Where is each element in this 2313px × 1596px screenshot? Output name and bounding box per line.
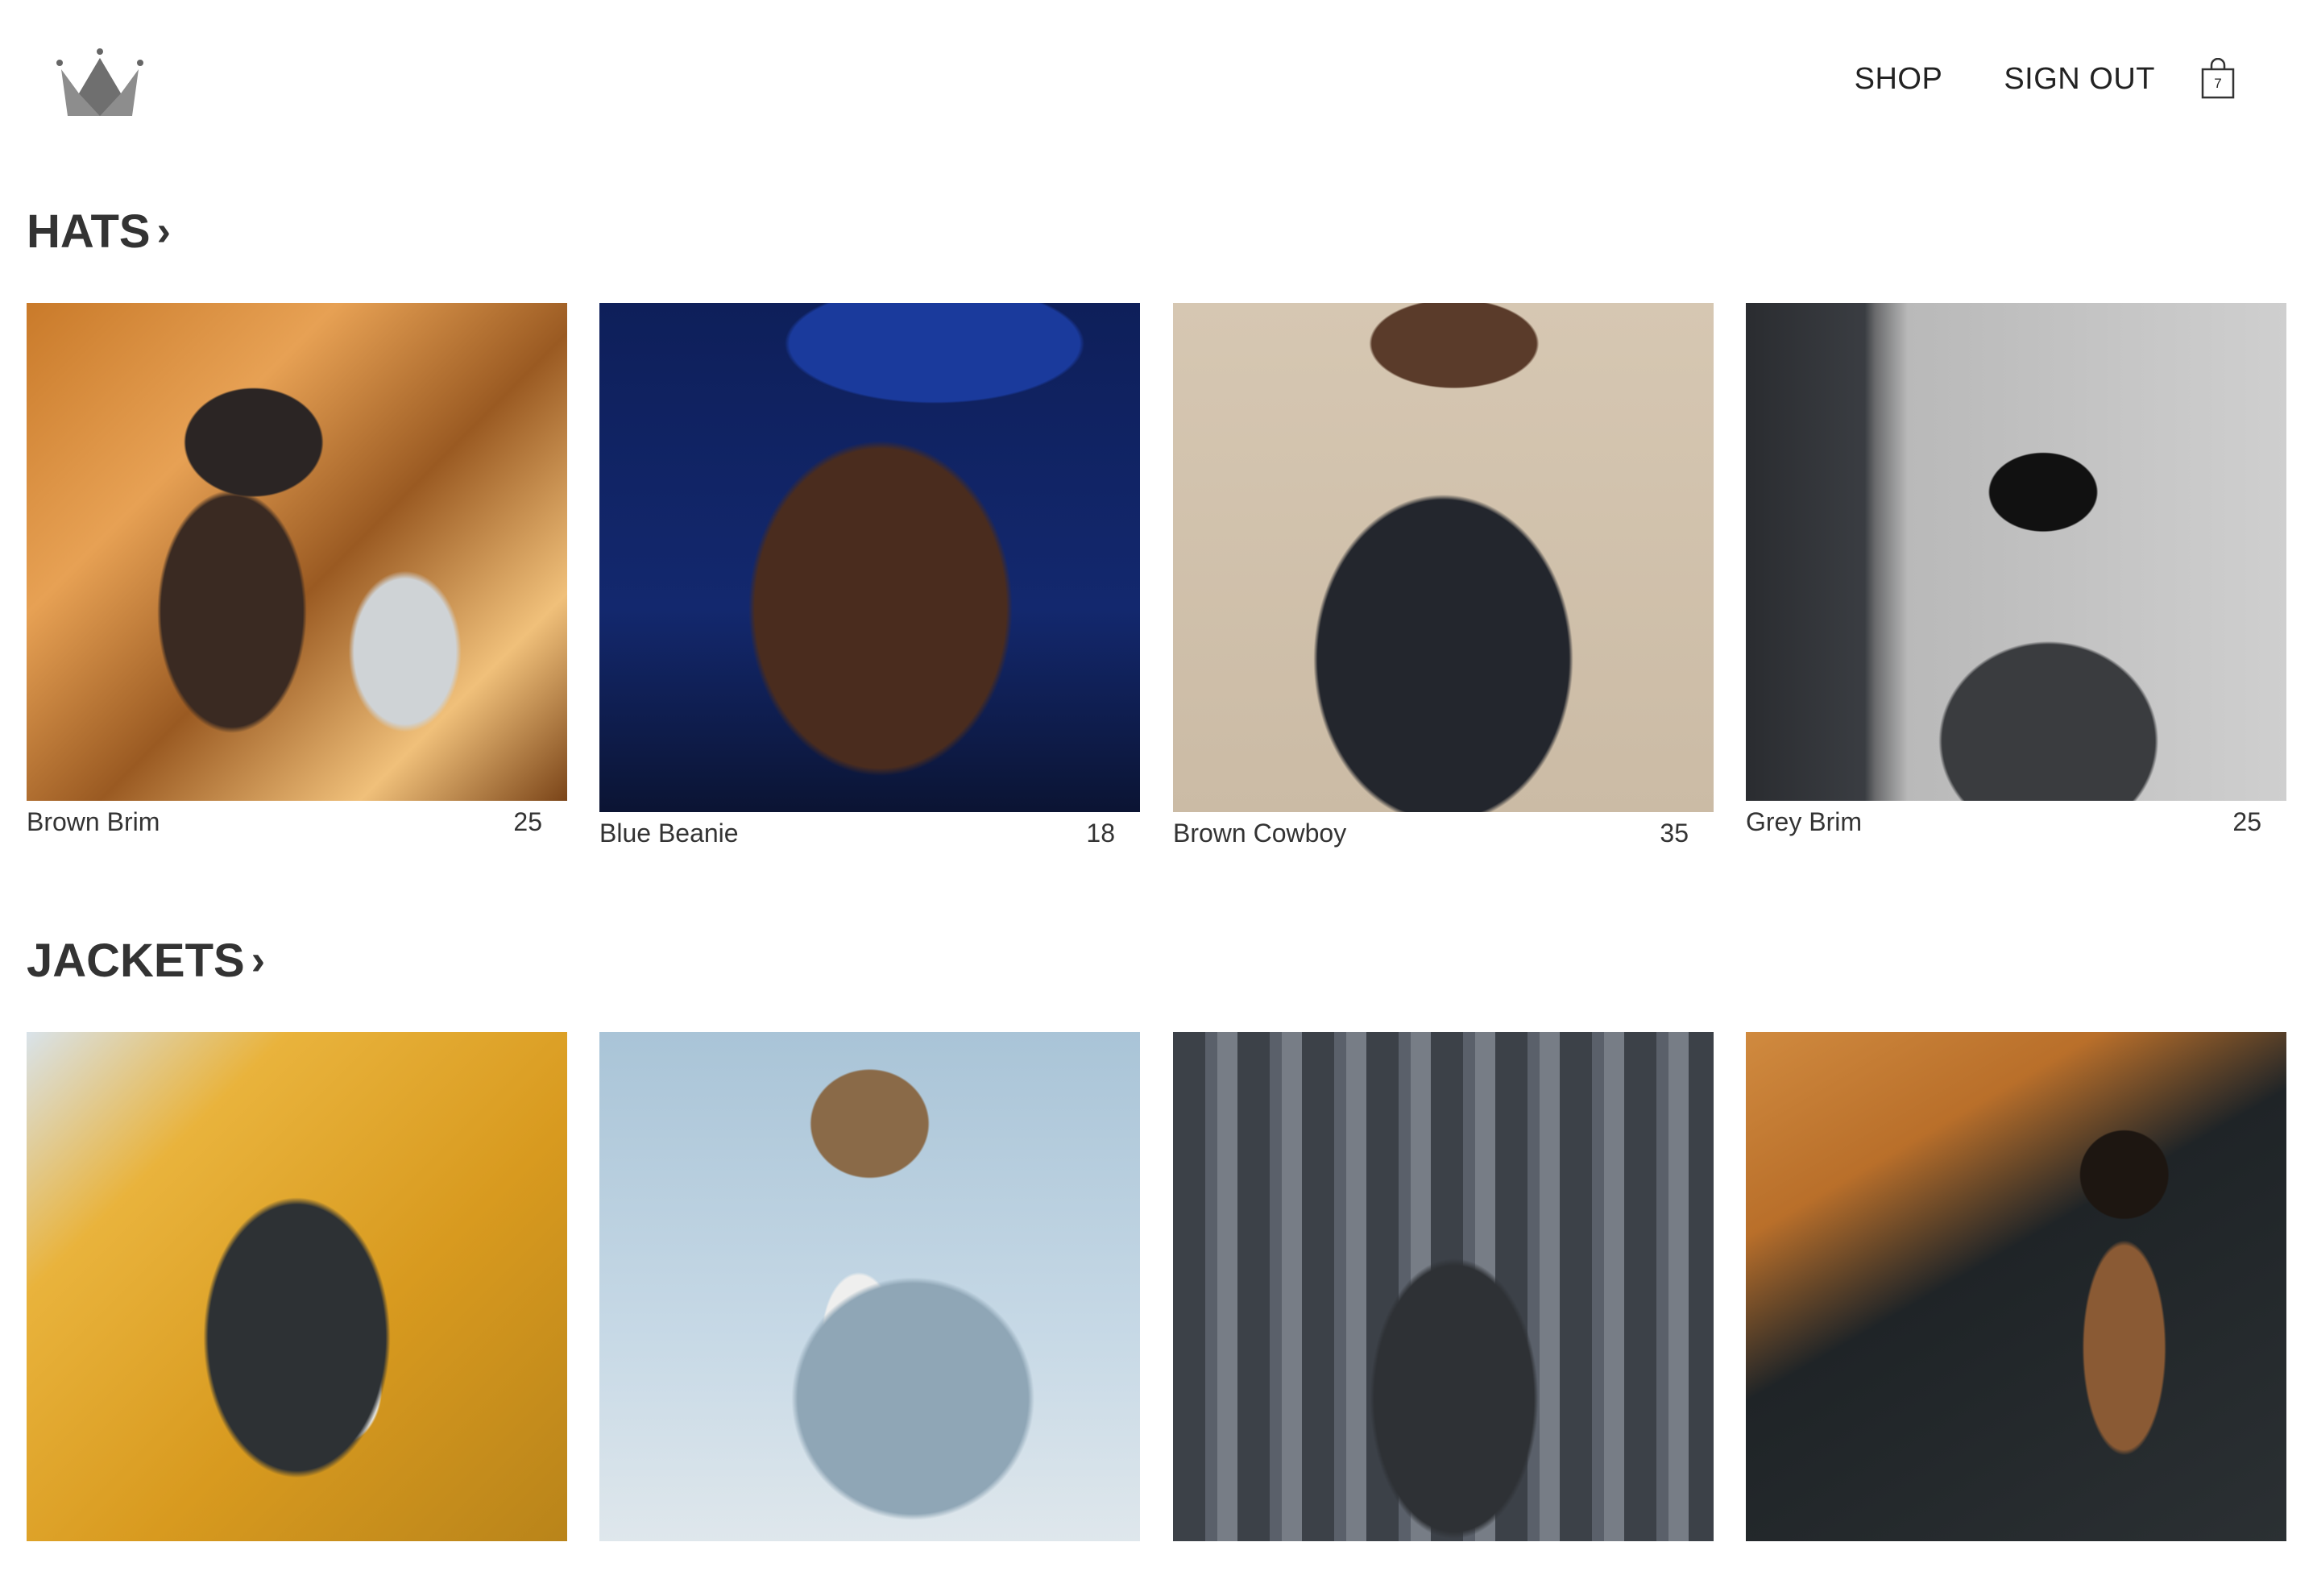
product-name: Grey Brim <box>1746 807 1862 836</box>
product-image[interactable] <box>1173 303 1714 812</box>
product-image[interactable] <box>599 1032 1140 1541</box>
section-title-hats[interactable]: HATS › <box>27 203 2286 259</box>
product-image[interactable] <box>1746 303 2286 801</box>
product-price: 18 <box>1086 819 1115 848</box>
product-price: 35 <box>1660 819 1689 848</box>
top-nav: SHOP SIGN OUT 7 <box>1793 58 2236 100</box>
cart-count: 7 <box>2214 76 2222 91</box>
nav-shop-link[interactable]: SHOP <box>1855 62 1943 97</box>
product-image[interactable] <box>27 1032 567 1541</box>
product-grid-hats: Brown Brim 25 Blue Beanie 18 Brown Cowbo… <box>27 303 2286 867</box>
section-hats: HATS › Brown Brim 25 Blue Beanie 18 Brow… <box>27 203 2286 880</box>
product-meta: Grey Brim 25 <box>1746 807 2261 837</box>
product-name: Brown Brim <box>27 807 160 836</box>
product-price: 25 <box>2232 807 2261 836</box>
product-name: Brown Cowboy <box>1173 819 1347 848</box>
product-image[interactable] <box>1173 1032 1714 1541</box>
product-name: Blue Beanie <box>599 819 739 848</box>
product-meta: Brown Cowboy 35 <box>1173 819 1689 848</box>
product-meta: Blue Beanie 18 <box>599 819 1115 848</box>
section-title-text: HATS <box>27 205 151 258</box>
product-image[interactable] <box>599 303 1140 812</box>
section-jackets: JACKETS › <box>27 932 2286 1541</box>
cart-button[interactable]: 7 <box>2200 58 2236 100</box>
product-image[interactable] <box>1746 1032 2286 1541</box>
section-title-text: JACKETS <box>27 934 245 987</box>
section-title-jackets[interactable]: JACKETS › <box>27 932 2286 989</box>
product-meta: Brown Brim 25 <box>27 807 542 837</box>
product-grid-jackets <box>27 1032 2286 1596</box>
chevron-right-icon: › <box>251 937 266 984</box>
product-image[interactable] <box>27 303 567 801</box>
product-price: 25 <box>513 807 542 836</box>
nav-sign-out-link[interactable]: SIGN OUT <box>2004 62 2155 97</box>
crown-logo-icon[interactable] <box>55 48 145 121</box>
site-header: SHOP SIGN OUT 7 <box>0 0 2313 169</box>
chevron-right-icon: › <box>156 208 171 255</box>
